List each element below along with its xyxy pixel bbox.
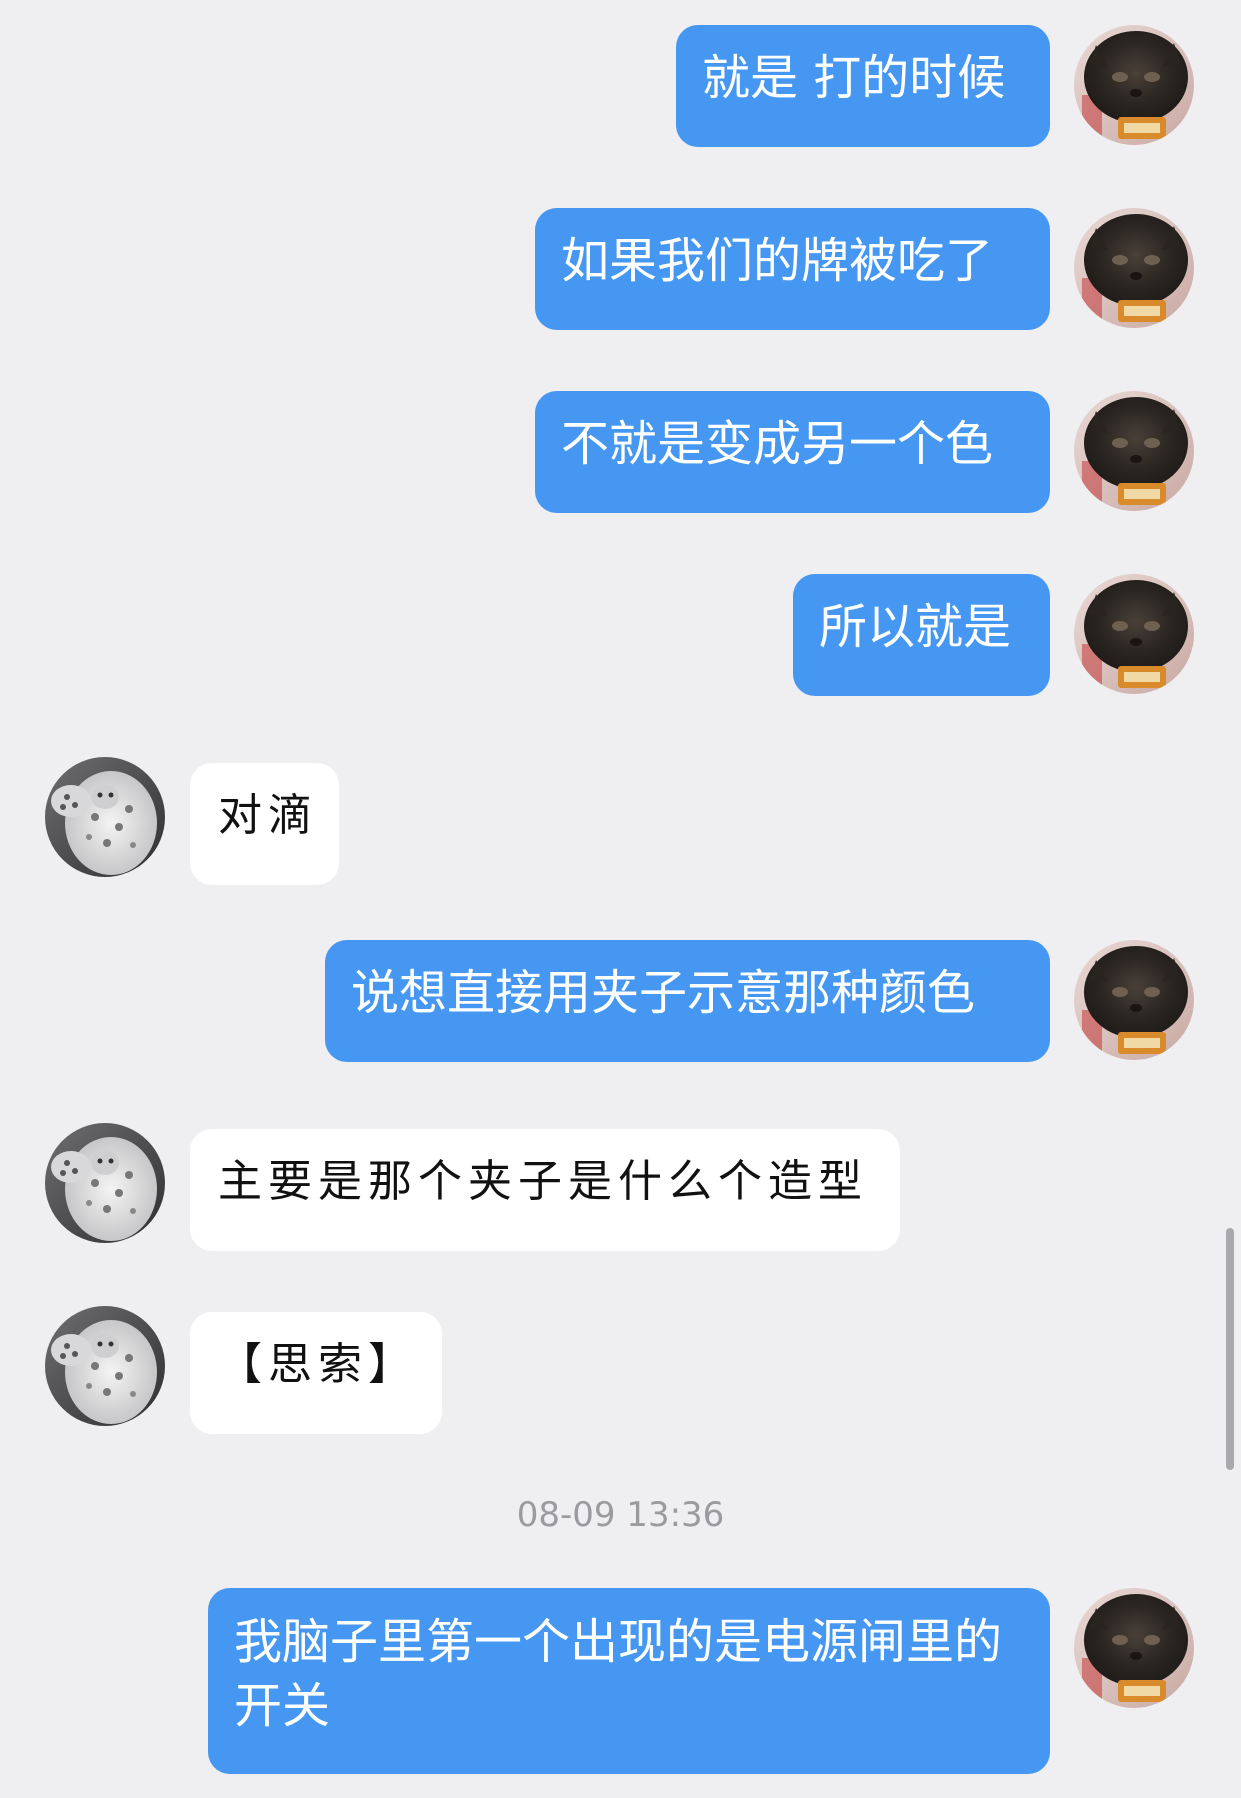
self-avatar[interactable] — [1074, 940, 1194, 1060]
cat-avatar-icon — [1074, 208, 1194, 328]
snow-leopard-avatar-icon — [45, 1123, 165, 1243]
incoming-message-bubble[interactable]: 主要是那个夹子是什么个造型 — [190, 1129, 900, 1251]
self-avatar[interactable] — [1074, 25, 1194, 145]
incoming-message-bubble[interactable]: 【思索】 — [190, 1312, 442, 1434]
cat-avatar-icon — [1074, 25, 1194, 145]
snow-leopard-avatar-icon — [45, 757, 165, 877]
self-avatar[interactable] — [1074, 574, 1194, 694]
cat-avatar-icon — [1074, 574, 1194, 694]
cat-avatar-icon — [1074, 391, 1194, 511]
self-avatar[interactable] — [1074, 391, 1194, 511]
cat-avatar-icon — [1074, 1588, 1194, 1708]
snow-leopard-avatar-icon — [45, 1306, 165, 1426]
outgoing-message-bubble[interactable]: 就是 打的时候 — [676, 25, 1050, 147]
self-avatar[interactable] — [1074, 1588, 1194, 1708]
outgoing-message-bubble[interactable]: 说想直接用夹子示意那种颜色 — [325, 940, 1050, 1062]
self-avatar[interactable] — [1074, 208, 1194, 328]
outgoing-message-bubble[interactable]: 如果我们的牌被吃了 — [535, 208, 1050, 330]
incoming-message-bubble[interactable]: 对滴 — [190, 763, 339, 885]
contact-avatar[interactable] — [45, 757, 165, 877]
outgoing-message-bubble[interactable]: 我脑子里第一个出现的是电源闸里的开关 — [208, 1588, 1050, 1774]
outgoing-message-bubble[interactable]: 不就是变成另一个色 — [535, 391, 1050, 513]
scrollbar-thumb[interactable] — [1226, 1228, 1234, 1470]
cat-avatar-icon — [1074, 940, 1194, 1060]
outgoing-message-bubble[interactable]: 所以就是 — [793, 574, 1050, 696]
contact-avatar[interactable] — [45, 1306, 165, 1426]
contact-avatar[interactable] — [45, 1123, 165, 1243]
message-timestamp: 08-09 13:36 — [516, 1495, 725, 1535]
